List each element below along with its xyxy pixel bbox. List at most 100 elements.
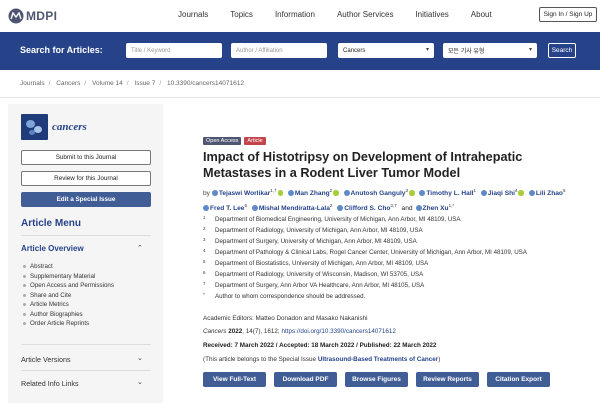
bullet-icon: [23, 265, 26, 269]
citation-journal: Cancers: [203, 328, 227, 335]
citation-export-button[interactable]: Citation Export: [487, 372, 550, 387]
author-name[interactable]: Fred T. Lee6: [203, 203, 247, 212]
submit-to-journal-button[interactable]: Submit to this Journal: [21, 150, 151, 165]
article-actions: View Full-Text Download PDF Browse Figur…: [203, 372, 550, 387]
article-overview-toggle[interactable]: Article Overview: [21, 244, 84, 253]
author-name[interactable]: Mishal Mendiratta-Lala2: [251, 203, 332, 212]
nav-author-services[interactable]: Author Services: [337, 10, 393, 19]
orcid-icon[interactable]: [409, 190, 415, 196]
breadcrumb-volume[interactable]: Volume 14: [92, 80, 123, 87]
related-info-links-toggle[interactable]: Related Info Links: [21, 379, 79, 388]
author-profile-icon: [343, 189, 350, 196]
journal-select-value: Cancers: [343, 47, 366, 54]
author-profile-icon: [287, 189, 294, 196]
author-name[interactable]: Tejaswi Worlikar1,†: [211, 188, 284, 197]
author-name[interactable]: Timothy L. Hall1: [419, 188, 476, 197]
chevron-down-icon[interactable]: ⌄: [137, 354, 143, 362]
author-profile-icon: [337, 204, 344, 211]
breadcrumb-separator: /: [159, 80, 162, 87]
breadcrumb-journals[interactable]: Journals: [20, 80, 45, 87]
breadcrumb-separator: /: [126, 80, 129, 87]
author-name[interactable]: Lili Zhao5: [528, 188, 565, 197]
doi-link[interactable]: https://doi.org/10.3390/cancers14071612: [281, 328, 395, 335]
review-reports-button[interactable]: Review Reports: [416, 372, 479, 387]
author-name[interactable]: Anutosh Ganguly3: [343, 188, 415, 197]
article-menu-title: Article Menu: [21, 218, 82, 229]
divider: [21, 370, 151, 371]
chevron-up-icon[interactable]: ⌃: [137, 244, 143, 252]
nav-about[interactable]: About: [471, 10, 492, 19]
author-affiliation-input[interactable]: Author / Affiliation: [231, 43, 327, 58]
orcid-icon[interactable]: [277, 190, 284, 196]
overview-item-supplementary[interactable]: Supplementary Material: [23, 272, 114, 282]
nav-topics[interactable]: Topics: [230, 10, 253, 19]
by-label: by: [203, 190, 210, 198]
article-type-select[interactable]: 모든 기사 유형 ▾: [443, 43, 537, 58]
nav-information[interactable]: Information: [275, 10, 315, 19]
breadcrumb-issue[interactable]: Issue 7: [134, 80, 155, 87]
affiliation-item: 3 Department of Surgery, University of Mi…: [203, 237, 417, 245]
chevron-down-icon[interactable]: ⌄: [137, 378, 143, 386]
mdpi-logo[interactable]: MDPI: [8, 7, 57, 25]
and-word: and: [401, 205, 413, 213]
nav-journals[interactable]: Journals: [178, 10, 208, 19]
overview-item-metrics[interactable]: Article Metrics: [23, 300, 114, 310]
affiliation-list: 1 Department of Biomedical Engineering, U…: [203, 214, 583, 302]
overview-item-abstract[interactable]: Abstract: [23, 262, 114, 272]
download-pdf-button[interactable]: Download PDF: [274, 372, 337, 387]
edit-special-issue-button[interactable]: Edit a Special Issue: [21, 192, 151, 207]
journal-cover-image: [21, 114, 48, 140]
title-keyword-input[interactable]: Title / Keyword: [126, 43, 222, 58]
author-profile-icon: [528, 189, 535, 196]
overview-item-open-access[interactable]: Open Access and Permissions: [23, 281, 114, 291]
sign-in-button[interactable]: Sign In / Sign Up: [539, 7, 597, 22]
author-name[interactable]: Clifford S. Cho3,7: [337, 203, 397, 212]
divider: [21, 344, 151, 345]
affiliation-item: 1 Department of Biomedical Engineering, U…: [203, 215, 461, 223]
author-profile-icon: [480, 189, 487, 196]
divider: [21, 235, 151, 236]
breadcrumb-doi[interactable]: 10.3390/cancers14071612: [167, 80, 244, 87]
overview-item-share-cite[interactable]: Share and Cite: [23, 291, 114, 301]
breadcrumb-cancers[interactable]: Cancers: [56, 80, 80, 87]
bullet-icon: [23, 284, 26, 288]
author-profile-icon: [415, 204, 422, 211]
special-issue-link[interactable]: Ultrasound-Based Treatments of Cancer: [318, 356, 438, 363]
author-profile-icon: [251, 204, 258, 211]
overview-item-reprints[interactable]: Order Article Reprints: [23, 319, 114, 329]
search-label: Search for Articles:: [20, 45, 103, 55]
chevron-down-icon: ▾: [528, 47, 532, 53]
breadcrumb: Journals / Cancers / Volume 14/ Issue 7/ 1…: [20, 80, 244, 87]
publication-dates: Received: 7 March 2022 / Accepted: 18 Ma…: [203, 342, 437, 349]
citation-line: Cancers 2022, 14(7), 1612; https://doi.o…: [203, 328, 396, 335]
bullet-icon: [23, 293, 26, 297]
journal-logo[interactable]: cancers: [21, 114, 87, 140]
author-name[interactable]: Man Zhang2: [287, 188, 339, 197]
mdpi-logo-icon: [8, 8, 24, 24]
author-profile-icon: [211, 189, 218, 196]
nav-initiatives[interactable]: Initiatives: [415, 10, 448, 19]
affiliation-item: 7 Department of Surgery, Ann Arbor VA Hea…: [203, 281, 425, 289]
citation-year: 2022: [228, 328, 243, 335]
affiliation-item: 6 Department of Radiology, University of …: [203, 270, 424, 278]
view-full-text-button[interactable]: View Full-Text: [203, 372, 266, 387]
overview-item-biographies[interactable]: Author Biographies: [23, 310, 114, 320]
article-type-badge: Article: [244, 137, 266, 145]
author-name[interactable]: Zhen Xu1,*: [415, 203, 454, 212]
article-title: Impact of Histotripsy on Development of …: [203, 150, 523, 180]
review-for-journal-button[interactable]: Review for this Journal: [21, 171, 151, 186]
affiliation-item: * Author to whom correspondence should be…: [203, 292, 366, 300]
article-overview-list: Abstract Supplementary Material Open Acc…: [23, 262, 114, 329]
bullet-icon: [23, 322, 26, 326]
browse-figures-button[interactable]: Browse Figures: [345, 372, 408, 387]
orcid-icon[interactable]: [333, 190, 339, 196]
search-button[interactable]: Search: [548, 43, 576, 58]
article-versions-toggle[interactable]: Article Versions: [21, 355, 71, 364]
orcid-icon[interactable]: [518, 190, 524, 196]
citation-details: , 14(7), 1612;: [242, 328, 280, 335]
bullet-icon: [23, 274, 26, 278]
journal-select[interactable]: Cancers ▾: [338, 43, 434, 58]
article-type-value: 모든 기사 유형: [448, 49, 485, 55]
author-name[interactable]: Jiaqi Shi4: [480, 188, 524, 197]
divider: [0, 97, 600, 98]
